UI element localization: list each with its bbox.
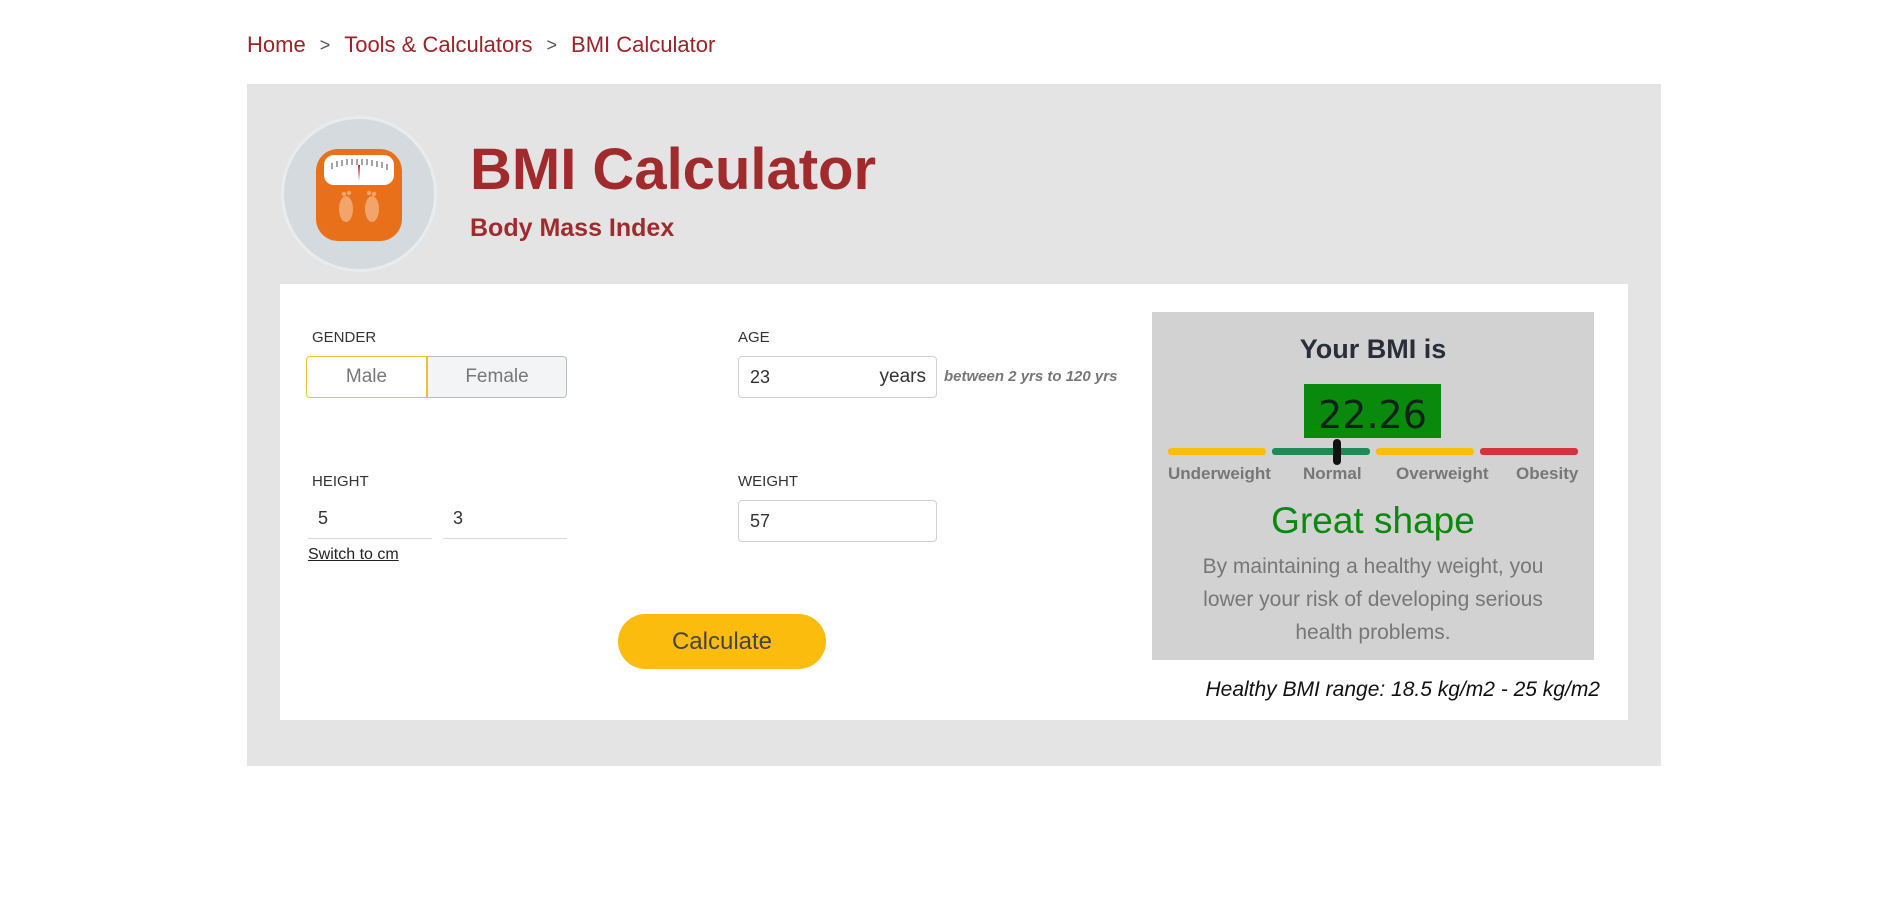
weight-label: WEIGHT — [738, 473, 798, 490]
age-value: 23 — [750, 366, 771, 387]
calculator-card: GENDER Male Female AGE 23 years between … — [280, 284, 1628, 720]
age-label: AGE — [738, 329, 770, 346]
height-feet-input[interactable]: 5 — [308, 499, 432, 539]
bmi-description: By maintaining a healthy weight, you low… — [1202, 555, 1544, 644]
scale-label-underweight: Underweight — [1168, 464, 1271, 483]
height-label: HEIGHT — [312, 473, 369, 490]
bmi-status: Great shape — [1271, 500, 1475, 541]
breadcrumb-separator: > — [319, 34, 331, 55]
scale-obesity-segment — [1480, 448, 1578, 455]
breadcrumb: Home > Tools & Calculators > BMI Calcula… — [247, 32, 715, 58]
age-unit: years — [879, 366, 926, 387]
scale-normal-segment — [1272, 448, 1370, 455]
bmi-result-panel: Your BMI is 22.26 Underweight Normal Ove… — [1152, 312, 1594, 660]
weight-input[interactable]: 57 — [738, 500, 937, 542]
bmi-marker — [1333, 439, 1341, 465]
switch-to-cm-link[interactable]: Switch to cm — [308, 546, 399, 564]
breadcrumb-separator: > — [546, 34, 558, 55]
breadcrumb-tools[interactable]: Tools & Calculators — [344, 32, 532, 58]
calculate-button[interactable]: Calculate — [618, 614, 826, 669]
page-subtitle: Body Mass Index — [470, 214, 675, 242]
age-hint: between 2 yrs to 120 yrs — [944, 368, 1118, 385]
healthy-range: Healthy BMI range: 18.5 kg/m2 - 25 kg/m2 — [1205, 678, 1600, 701]
scale-label-normal: Normal — [1303, 464, 1362, 483]
scale-underweight-segment — [1168, 448, 1266, 455]
scale-labels: Underweight Normal Overweight Obesity — [1168, 464, 1578, 488]
bathroom-scale-icon — [281, 116, 437, 272]
height-inches-input[interactable]: 3 — [443, 499, 567, 539]
gender-male-button[interactable]: Male — [306, 356, 427, 398]
gender-toggle: Male Female — [306, 356, 567, 398]
scale-label-obesity: Obesity — [1516, 464, 1579, 483]
age-input[interactable]: 23 years — [738, 356, 937, 398]
gender-female-button[interactable]: Female — [427, 356, 567, 398]
page-title: BMI Calculator — [470, 137, 877, 202]
bmi-value: 22.26 — [1304, 384, 1441, 438]
calculator-panel: BMI Calculator Body Mass Index GENDER Ma… — [247, 84, 1661, 766]
bmi-scale — [1168, 439, 1578, 465]
scale-overweight-segment — [1376, 448, 1474, 455]
result-title: Your BMI is — [1299, 334, 1447, 364]
breadcrumb-home[interactable]: Home — [247, 32, 306, 58]
gender-label: GENDER — [312, 329, 377, 346]
breadcrumb-current[interactable]: BMI Calculator — [571, 32, 715, 58]
scale-label-overweight: Overweight — [1396, 464, 1489, 483]
